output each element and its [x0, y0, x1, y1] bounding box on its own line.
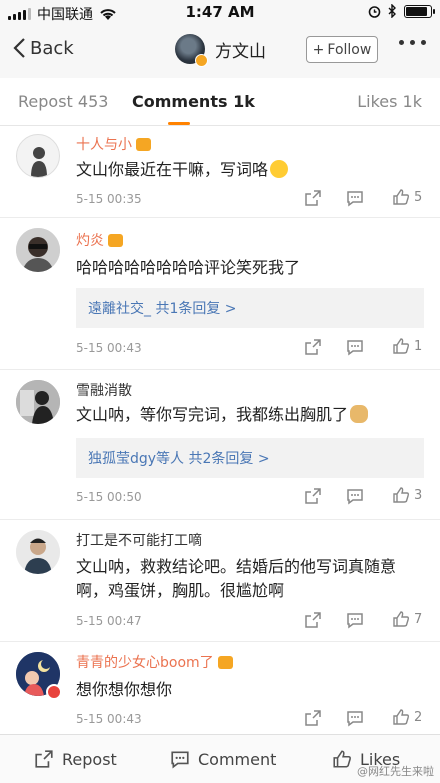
reply-preview[interactable]: 遠離社交_ 共1条回复 > [76, 288, 424, 328]
avatar[interactable] [16, 228, 60, 272]
share-icon [35, 750, 53, 768]
repost-comment-button[interactable] [304, 338, 322, 356]
comment-username[interactable]: 雪融消散 [76, 380, 132, 400]
user-name[interactable]: 方文山 [215, 37, 266, 62]
comment-icon [347, 613, 363, 629]
comment-username[interactable]: 打工是不可能打工嘀 [76, 530, 202, 550]
comment-time: 5-15 00:47 [76, 614, 142, 628]
follow-label: Follow [327, 41, 372, 58]
comment-icon [347, 489, 363, 505]
comment-time: 5-15 00:50 [76, 490, 142, 504]
tab-comments[interactable]: Comments 1k [132, 92, 255, 111]
dog-emoji-icon [350, 405, 369, 423]
share-icon [305, 339, 321, 355]
share-icon [305, 710, 321, 726]
share-icon [305, 612, 321, 628]
laughing-emoji-icon [270, 160, 289, 178]
comment-text: 文山你最近在干嘛，写词咯 [76, 160, 269, 179]
comment-item: 打工是不可能打工嘀 文山呐，救救结论吧。结婚后的他写词真随意啊，鸡蛋饼，胸肌。很… [0, 520, 440, 642]
back-label: Back [30, 37, 74, 59]
comment-time: 5-15 00:43 [76, 341, 142, 355]
comment-item: 灼炎 哈哈哈哈哈哈哈哈评论笑死我了 遠離社交_ 共1条回复 > 5-15 00:… [0, 218, 440, 370]
thumbs-up-icon [393, 709, 410, 725]
thumbs-up-icon [333, 750, 351, 768]
reply-comment-button[interactable] [346, 189, 364, 207]
comment-time: 5-15 00:35 [76, 192, 142, 206]
repost-button[interactable]: Repost [34, 749, 117, 769]
plus-icon: + [312, 41, 325, 58]
comment-text: 哈哈哈哈哈哈哈哈评论笑死我了 [76, 258, 301, 277]
avatar[interactable] [16, 380, 60, 424]
comment-icon [347, 191, 363, 207]
share-icon [305, 190, 321, 206]
repost-label: Repost [62, 749, 117, 769]
bluetooth-icon [388, 4, 396, 18]
tab-repost[interactable]: Repost 453 [18, 92, 108, 111]
repost-comment-button[interactable] [304, 189, 322, 207]
thumbs-up-icon [393, 338, 410, 354]
chevron-left-icon [13, 38, 25, 58]
comment-text: 想你想你想你 [76, 680, 173, 699]
tab-likes[interactable]: Likes 1k [357, 92, 422, 111]
avatar[interactable] [16, 134, 60, 178]
reply-comment-button[interactable] [346, 487, 364, 505]
reply-comment-button[interactable] [346, 709, 364, 727]
like-count: 1 [414, 338, 423, 354]
follow-button[interactable]: + Follow [306, 36, 378, 63]
vip-crown-icon [46, 684, 62, 700]
comment-button[interactable]: Comment [170, 749, 276, 769]
bottom-action-bar: Repost Comment Likes @网红先生来啦 [0, 734, 440, 783]
vip-badge-icon [108, 233, 123, 247]
repost-comment-button[interactable] [304, 487, 322, 505]
reply-comment-button[interactable] [346, 611, 364, 629]
like-comment-button[interactable]: 5 [392, 188, 422, 206]
comment-username[interactable]: 十人与小 [76, 134, 132, 154]
like-comment-button[interactable]: 2 [392, 708, 422, 726]
vip-badge-icon [217, 655, 233, 669]
like-count: 7 [414, 611, 423, 627]
comment-item: 雪融消散 文山呐，等你写完词，我都练出胸肌了 独孤莹dgy等人 共2条回复 > … [0, 370, 440, 520]
comment-icon [171, 751, 189, 769]
like-count: 5 [414, 189, 423, 205]
avatar[interactable] [16, 530, 60, 574]
like-comment-button[interactable]: 7 [392, 610, 422, 628]
like-count: 2 [414, 709, 423, 725]
thumbs-up-icon [393, 189, 410, 205]
back-button[interactable]: Back [12, 37, 74, 59]
comment-text: 文山呐，救救结论吧。结婚后的他写词真随意啊，鸡蛋饼，胸肌。很尴尬啊 [76, 557, 397, 600]
battery-icon [404, 4, 435, 18]
repost-comment-button[interactable] [304, 709, 322, 727]
comment-item: 十人与小 文山你最近在干嘛，写词咯 5-15 00:35 5 [0, 126, 440, 218]
tab-bar: Repost 453 Comments 1k Likes 1k [0, 78, 440, 126]
comment-time: 5-15 00:43 [76, 712, 142, 726]
like-comment-button[interactable]: 3 [392, 486, 422, 504]
more-options-button[interactable] [399, 40, 426, 45]
vip-badge-icon [136, 137, 151, 151]
avatar[interactable] [175, 34, 208, 67]
profile-header[interactable]: 方文山 [175, 34, 266, 67]
comment-item: 青青的少女心boom了 想你想你想你 5-15 00:43 2 [0, 642, 440, 734]
active-tab-indicator [168, 122, 190, 125]
battery-level [406, 6, 427, 16]
comment-username[interactable]: 灼炎 [76, 230, 104, 250]
verified-badge-icon [195, 54, 208, 67]
comment-icon [347, 711, 363, 727]
like-count: 3 [414, 487, 423, 503]
like-comment-button[interactable]: 1 [392, 337, 422, 355]
thumbs-up-icon [393, 611, 410, 627]
repost-comment-button[interactable] [304, 611, 322, 629]
comment-icon [347, 340, 363, 356]
comment-text: 文山呐，等你写完词，我都练出胸肌了 [76, 405, 349, 424]
alarm-icon [368, 5, 381, 18]
comment-username[interactable]: 青青的少女心boom了 [76, 652, 214, 672]
share-icon [305, 488, 321, 504]
comment-label: Comment [198, 749, 277, 769]
status-bar: 中国联通 1:47 AM [0, 0, 440, 24]
reply-comment-button[interactable] [346, 338, 364, 356]
reply-preview[interactable]: 独孤莹dgy等人 共2条回复 > [76, 438, 424, 478]
thumbs-up-icon [393, 487, 410, 503]
nav-bar: Back 方文山 + Follow [0, 24, 440, 78]
watermark: @网红先生来啦 [357, 765, 434, 778]
